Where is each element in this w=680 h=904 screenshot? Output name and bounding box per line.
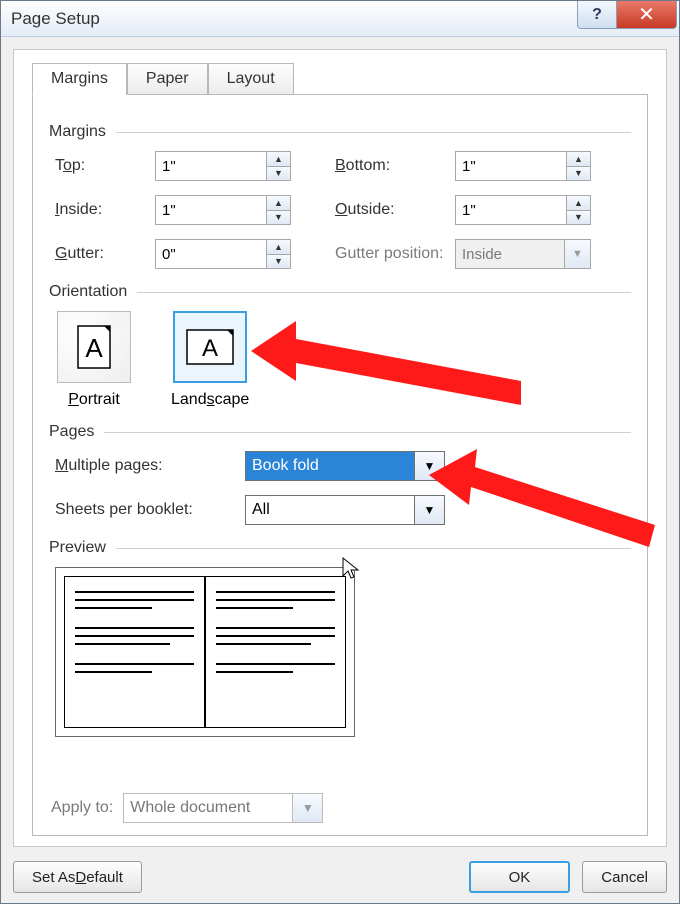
spinner-down-icon[interactable]: ▼ <box>267 211 290 225</box>
bottom-input[interactable] <box>455 151 567 181</box>
titlebar: Page Setup ? ✕ <box>1 1 679 37</box>
portrait-icon: A <box>57 311 131 383</box>
tab-content: Margins Top: ▲▼ Bottom: ▲▼ Inside: ▲▼ Ou… <box>32 94 648 836</box>
apply-to-value: Whole document <box>123 793 293 823</box>
sheets-per-booklet-select[interactable]: All▼ <box>245 495 445 525</box>
landscape-icon: A <box>173 311 247 383</box>
top-input[interactable] <box>155 151 267 181</box>
svg-text:A: A <box>202 335 218 362</box>
chevron-down-icon[interactable]: ▼ <box>415 495 445 525</box>
page-setup-dialog: Page Setup ? ✕ Margins Paper Layout Marg… <box>0 0 680 904</box>
preview-box <box>55 567 355 737</box>
orientation-landscape[interactable]: A Landscape <box>171 311 249 409</box>
spinner-down-icon[interactable]: ▼ <box>567 167 590 181</box>
dialog-body: Margins Paper Layout Margins Top: ▲▼ Bot… <box>13 49 667 847</box>
multiple-pages-label: Multiple pages: <box>55 457 245 475</box>
inside-label: Inside: <box>55 201 155 219</box>
spinner-up-icon[interactable]: ▲ <box>267 196 290 211</box>
tab-paper[interactable]: Paper <box>127 63 208 95</box>
sheets-per-booklet-value: All <box>245 495 415 525</box>
tab-bar: Margins Paper Layout <box>32 62 648 94</box>
apply-to-row: Apply to: Whole document▼ <box>51 793 323 823</box>
multiple-pages-value: Book fold <box>245 451 415 481</box>
top-spinner[interactable]: ▲▼ <box>155 151 295 181</box>
cursor-icon <box>341 556 361 586</box>
preview-page-left <box>64 576 205 728</box>
preview-page-right <box>205 576 346 728</box>
svg-text:A: A <box>85 333 103 363</box>
spinner-down-icon[interactable]: ▼ <box>567 211 590 225</box>
tab-margins[interactable]: Margins <box>32 63 127 95</box>
margins-grid: Top: ▲▼ Bottom: ▲▼ Inside: ▲▼ Outside: ▲… <box>49 151 631 269</box>
apply-to-select[interactable]: Whole document▼ <box>123 793 323 823</box>
dialog-footer: Set As Default OK Cancel <box>13 861 667 893</box>
chevron-down-icon[interactable]: ▼ <box>415 451 445 481</box>
landscape-label: Landscape <box>171 391 249 409</box>
tab-layout[interactable]: Layout <box>208 63 294 95</box>
set-as-default-button[interactable]: Set As Default <box>13 861 142 893</box>
bottom-label: Bottom: <box>335 157 455 175</box>
apply-to-label: Apply to: <box>51 799 113 817</box>
portrait-label: Portrait <box>68 391 120 409</box>
section-orientation: Orientation <box>49 283 127 301</box>
gutter-position-value: Inside <box>455 239 565 269</box>
ok-button[interactable]: OK <box>469 861 571 893</box>
inside-spinner[interactable]: ▲▼ <box>155 195 295 225</box>
dialog-title: Page Setup <box>11 9 100 29</box>
cancel-button[interactable]: Cancel <box>582 861 667 893</box>
outside-spinner[interactable]: ▲▼ <box>455 195 595 225</box>
section-preview: Preview <box>49 539 106 557</box>
bottom-spinner[interactable]: ▲▼ <box>455 151 595 181</box>
chevron-down-icon[interactable]: ▼ <box>293 793 323 823</box>
top-label: Top: <box>55 157 155 175</box>
inside-input[interactable] <box>155 195 267 225</box>
outside-label: Outside: <box>335 201 455 219</box>
gutter-spinner[interactable]: ▲▼ <box>155 239 295 269</box>
multiple-pages-select[interactable]: Book fold▼ <box>245 451 445 481</box>
orientation-portrait[interactable]: A Portrait <box>57 311 131 409</box>
chevron-down-icon: ▼ <box>565 239 591 269</box>
section-pages: Pages <box>49 423 94 441</box>
pages-grid: Multiple pages: Book fold▼ Sheets per bo… <box>49 451 631 525</box>
close-button[interactable]: ✕ <box>617 1 677 29</box>
spinner-up-icon[interactable]: ▲ <box>567 152 590 167</box>
gutter-position-label: Gutter position: <box>335 245 455 263</box>
outside-input[interactable] <box>455 195 567 225</box>
spinner-down-icon[interactable]: ▼ <box>267 255 290 269</box>
preview-area <box>49 567 631 737</box>
orientation-group: A Portrait A Landscape <box>49 311 631 409</box>
gutter-label: Gutter: <box>55 245 155 263</box>
sheets-per-booklet-label: Sheets per booklet: <box>55 501 245 519</box>
spinner-up-icon[interactable]: ▲ <box>567 196 590 211</box>
gutter-input[interactable] <box>155 239 267 269</box>
gutter-position-select: Inside▼ <box>455 239 591 269</box>
spinner-up-icon[interactable]: ▲ <box>267 152 290 167</box>
help-button[interactable]: ? <box>577 1 617 29</box>
spinner-down-icon[interactable]: ▼ <box>267 167 290 181</box>
section-margins: Margins <box>49 123 106 141</box>
spinner-up-icon[interactable]: ▲ <box>267 240 290 255</box>
